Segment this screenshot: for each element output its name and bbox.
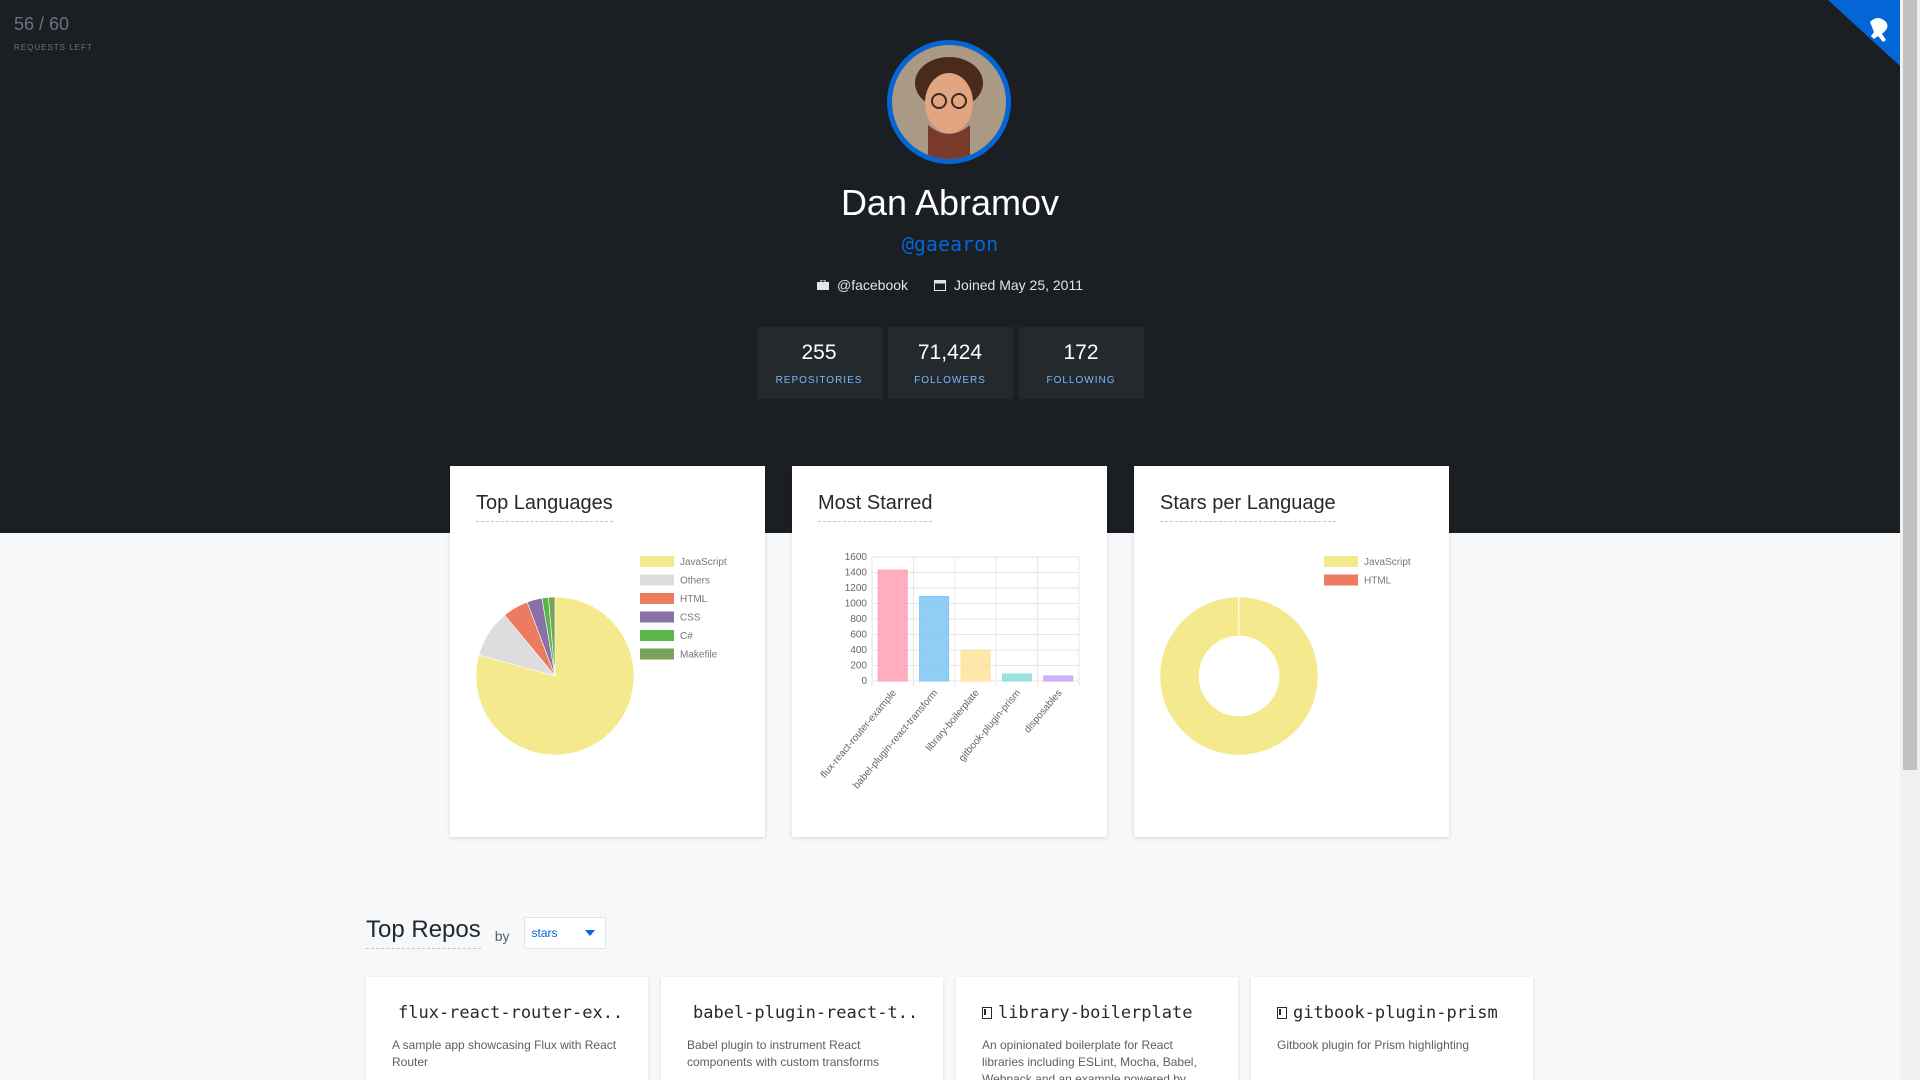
y-tick-label: 1600 <box>845 552 868 563</box>
top-repos-title: Top Repos <box>366 916 481 949</box>
legend-label: JavaScript <box>1364 557 1411 568</box>
bar <box>960 650 991 682</box>
y-tick-label: 1200 <box>845 583 868 594</box>
company-text: @facebook <box>837 277 909 293</box>
pie-slice <box>1238 596 1240 637</box>
rate-limit-count: 56 / 60 <box>14 14 70 34</box>
x-tick-label: disposables <box>1022 688 1064 736</box>
repo-icon <box>982 1007 992 1019</box>
repo-description: A sample app showcasing Flux with React … <box>392 1038 617 1069</box>
repo-card[interactable]: babel-plugin-react-t... Babel plugin to … <box>661 977 943 1080</box>
card-title: Stars per Language <box>1160 492 1336 522</box>
stat-value: 172 <box>1063 341 1099 364</box>
repo-name-text: babel-plugin-react-t... <box>693 1003 917 1023</box>
x-tick-label: flux-react-router-example <box>819 688 900 781</box>
rate-limit: 56 / 60 REQUESTS LEFT <box>14 14 93 52</box>
scrollbar-thumb[interactable] <box>1903 0 1917 770</box>
github-corner-link[interactable] <box>1828 0 1900 66</box>
legend-label: JavaScript <box>680 557 727 568</box>
stat-value: 71,424 <box>917 341 983 364</box>
bar <box>877 569 908 682</box>
most-starred-card: Most Starred 0 200 400 600 800 1000 1200 1400 16… <box>792 466 1107 837</box>
top-languages-card: Top Languages JavaScript Others HTML CSS C# M… <box>450 466 765 837</box>
legend-swatch <box>1324 556 1358 567</box>
briefcase-icon <box>817 280 829 290</box>
legend-swatch <box>640 593 674 604</box>
legend-swatch <box>640 556 674 567</box>
stat-label: REPOSITORIES <box>775 375 863 386</box>
sort-by-label: by <box>494 927 510 944</box>
legend-label: HTML <box>1364 576 1392 587</box>
most-starred-chart: 0 200 400 600 800 1000 1200 1400 1600 flux-react-… <box>819 552 1080 791</box>
joined-item: Joined May 25, 2011 <box>934 277 1083 293</box>
repo-description: Gitbook plugin for Prism highlighting <box>1277 1038 1470 1052</box>
repo-name-text: library-boilerplate <box>998 1003 1193 1023</box>
y-tick-label: 1000 <box>845 599 868 610</box>
repo-name[interactable]: babel-plugin-react-t... <box>687 1003 917 1023</box>
legend-label: HTML <box>680 594 708 605</box>
card-title: Most Starred <box>818 492 933 522</box>
y-tick-label: 400 <box>850 645 867 656</box>
repo-name[interactable]: library-boilerplate <box>982 1003 1212 1023</box>
avatar <box>887 40 1011 164</box>
bar <box>1001 673 1032 682</box>
profile-meta: @facebook Joined May 25, 2011 <box>0 277 1900 293</box>
repo-description: An opinionated boilerplate for React lib… <box>982 1038 1197 1080</box>
y-tick-label: 800 <box>850 614 867 625</box>
legend-label: C# <box>680 631 693 642</box>
card-title: Top Languages <box>476 492 613 522</box>
repo-description: Babel plugin to instrument React compone… <box>687 1038 880 1069</box>
stat-following: 172 FOLLOWING <box>1018 327 1144 399</box>
stat-repositories: 255 REPOSITORIES <box>756 327 882 399</box>
repo-card[interactable]: library-boilerplate An opinionated boile… <box>956 977 1238 1080</box>
legend-label: Makefile <box>680 650 718 661</box>
legend-swatch <box>640 574 674 586</box>
repo-name[interactable]: gitbook-plugin-prism <box>1277 1003 1507 1023</box>
repo-card[interactable]: flux-react-router-ex... A sample app sho… <box>366 977 648 1080</box>
stars-per-language-chart: JavaScript HTML <box>1159 556 1411 756</box>
y-tick-label: 1400 <box>845 568 868 579</box>
y-tick-label: 600 <box>850 630 867 641</box>
sort-select[interactable]: stars <box>523 916 606 949</box>
joined-text: Joined May 25, 2011 <box>954 277 1083 293</box>
repo-name-text: gitbook-plugin-prism <box>1293 1003 1498 1023</box>
legend-swatch <box>640 611 674 623</box>
stat-label: FOLLOWING <box>1046 375 1116 386</box>
profile-name: Dan Abramov <box>840 182 1060 223</box>
legend-label: Others <box>680 576 710 587</box>
calendar-icon <box>934 280 947 291</box>
profile-login-link[interactable]: @gaearon <box>0 232 1900 256</box>
bar <box>1043 675 1074 682</box>
x-tick-label: babel-plugin-react-transform <box>851 688 940 791</box>
stat-label: FOLLOWERS <box>914 375 986 386</box>
legend-swatch <box>640 648 674 660</box>
legend-label: CSS <box>680 613 701 624</box>
stats-row: 255 REPOSITORIES 71,424 FOLLOWERS 172 FO… <box>0 327 1900 399</box>
repo-icon <box>1277 1007 1287 1019</box>
rate-limit-label: REQUESTS LEFT <box>14 43 93 52</box>
company-item: @facebook <box>817 277 908 293</box>
repo-name-text: flux-react-router-ex... <box>398 1003 622 1023</box>
top-repos-header: Top Repos by stars <box>366 916 606 949</box>
bar <box>919 596 950 682</box>
repo-card[interactable]: gitbook-plugin-prism Gitbook plugin for … <box>1251 977 1533 1080</box>
top-languages-chart: JavaScript Others HTML CSS C# Makefile <box>475 556 727 756</box>
legend-swatch <box>1324 574 1358 586</box>
legend-swatch <box>640 630 674 641</box>
sort-select-value: stars <box>531 925 558 940</box>
repo-name[interactable]: flux-react-router-ex... <box>392 1003 622 1023</box>
chevron-down-icon <box>584 929 595 936</box>
stat-value: 255 <box>801 341 837 364</box>
stars-per-language-card: Stars per Language JavaScript HTML <box>1134 466 1449 837</box>
scrollbar[interactable] <box>1900 0 1920 1080</box>
y-tick-label: 200 <box>850 661 867 672</box>
stat-followers: 71,424 FOLLOWERS <box>887 327 1013 399</box>
octocat-icon <box>1828 0 1900 66</box>
y-tick-label: 0 <box>861 676 867 687</box>
